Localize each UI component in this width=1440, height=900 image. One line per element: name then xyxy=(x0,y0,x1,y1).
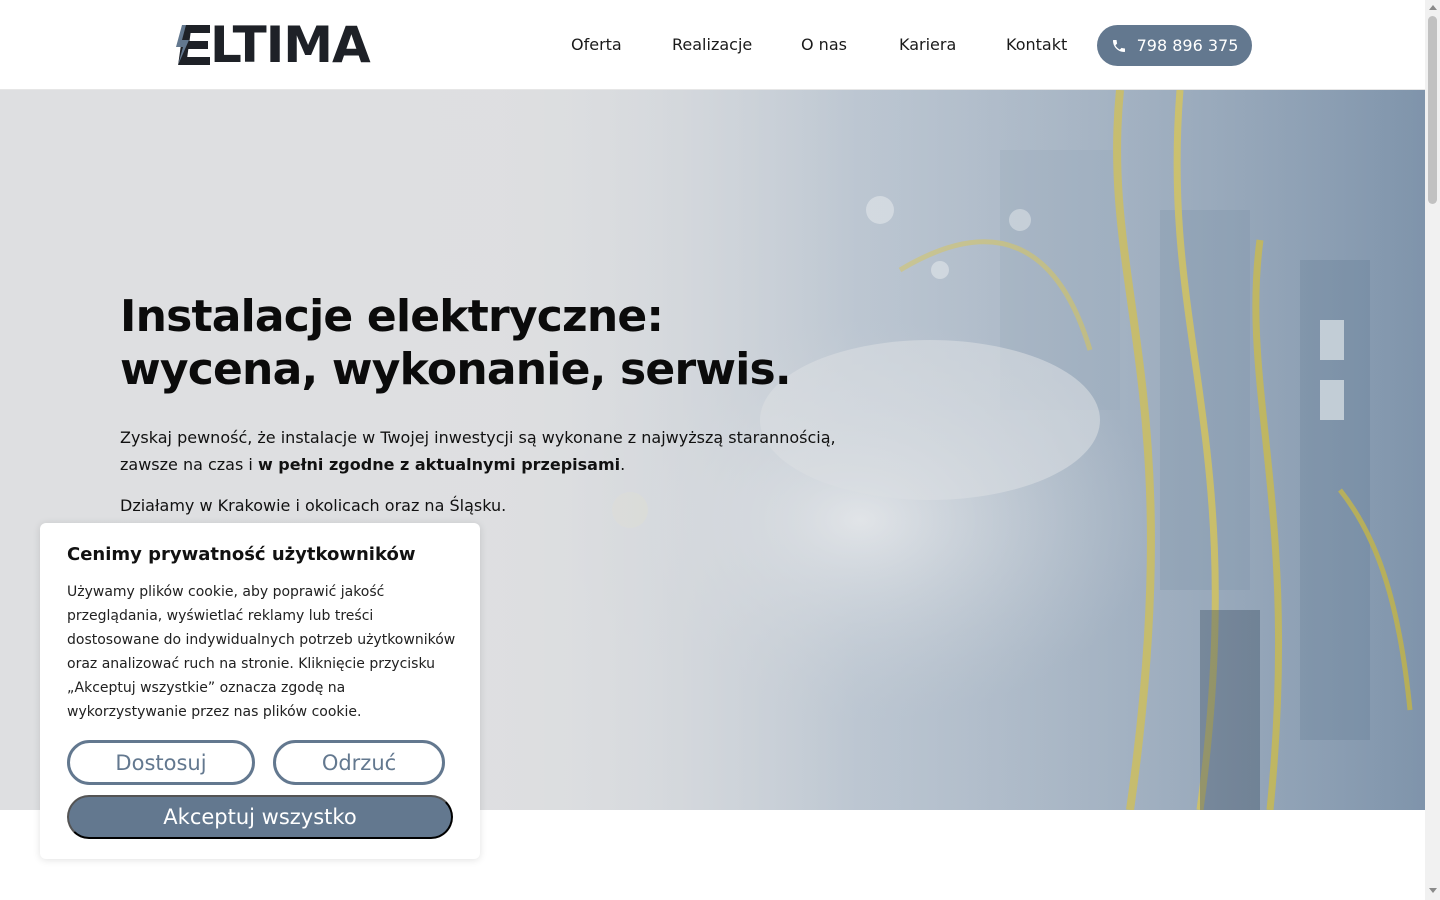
hero-title-line1: Instalacje elektryczne: xyxy=(120,291,664,342)
cookie-description: Używamy plików cookie, aby poprawić jako… xyxy=(67,584,456,720)
nav-oferta[interactable]: Oferta xyxy=(571,35,622,54)
scrollbar-thumb[interactable] xyxy=(1428,16,1437,204)
phone-number: 798 896 375 xyxy=(1136,36,1239,55)
nav-realizacje[interactable]: Realizacje xyxy=(672,35,752,54)
hero-service-area: Działamy w Krakowie i okolicach oraz na … xyxy=(120,496,507,515)
scroll-down-arrow-icon[interactable] xyxy=(1429,888,1437,893)
hero-title: Instalacje elektryczne: wycena, wykonani… xyxy=(120,290,1020,396)
nav-o-nas[interactable]: O nas xyxy=(801,35,847,54)
hero-description: Zyskaj pewność, że instalacje w Twojej i… xyxy=(120,424,840,478)
reject-button[interactable]: Odrzuć xyxy=(273,740,445,785)
phone-icon xyxy=(1112,39,1125,52)
scroll-up-arrow-icon[interactable] xyxy=(1429,5,1437,10)
accept-all-button[interactable]: Akceptuj wszystko xyxy=(67,795,453,839)
site-logo[interactable]: LTIMA xyxy=(172,16,371,74)
lightning-e-icon xyxy=(176,25,210,65)
page-scrollbar[interactable] xyxy=(1425,0,1440,900)
customize-button[interactable]: Dostosuj xyxy=(67,740,255,785)
hero-text-bold: w pełni zgodne z aktualnymi przepisami xyxy=(257,455,621,474)
hero-title-line2: wycena, wykonanie, serwis. xyxy=(120,344,792,395)
cookie-title: Cenimy prywatność użytkowników xyxy=(67,544,416,565)
hero-text-end: . xyxy=(620,455,626,474)
phone-button[interactable]: 798 896 375 xyxy=(1097,25,1252,66)
logo-text: LTIMA xyxy=(210,16,371,74)
site-header: LTIMA Oferta Realizacje O nas Kariera Ko… xyxy=(0,0,1425,90)
cookie-banner: Cenimy prywatność użytkowników Używamy p… xyxy=(40,523,480,859)
nav-kontakt[interactable]: Kontakt xyxy=(1006,35,1067,54)
nav-kariera[interactable]: Kariera xyxy=(899,35,956,54)
